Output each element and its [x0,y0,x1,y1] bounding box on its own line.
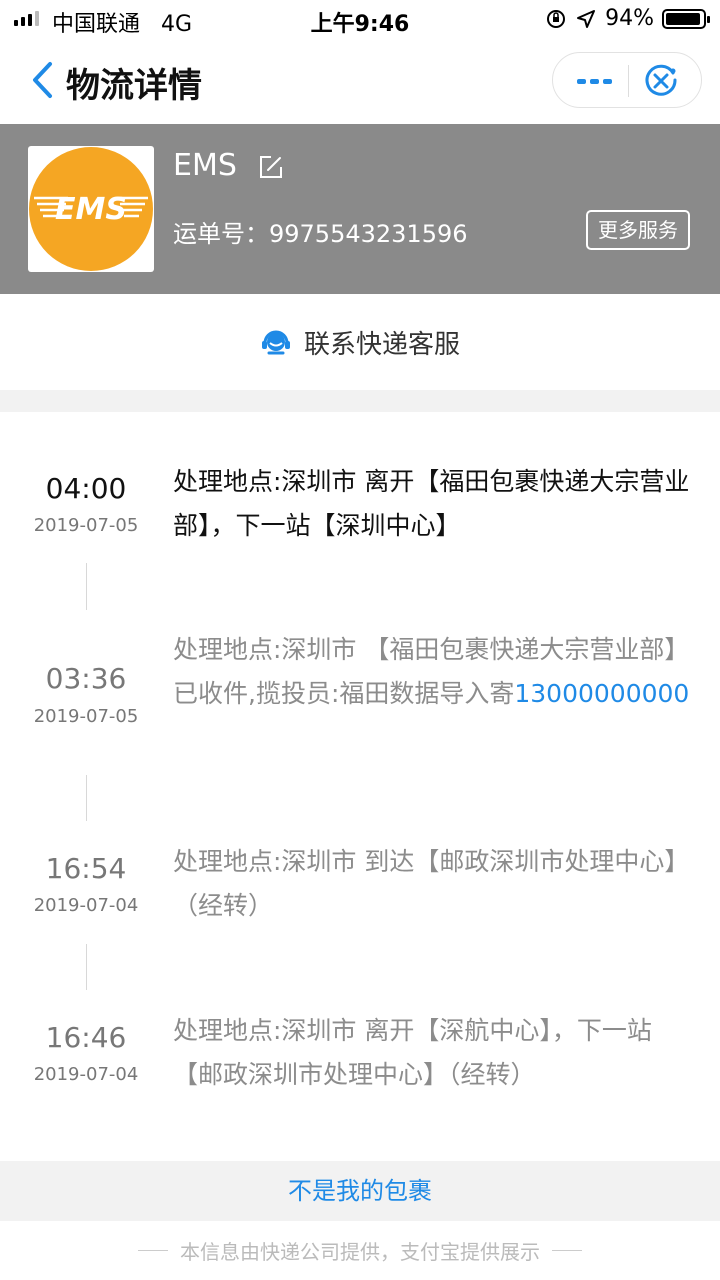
battery-percent: 94% [605,6,654,31]
nav-bar: 物流详情 [0,40,720,124]
more-services-button[interactable]: 更多服务 [586,210,690,250]
close-icon[interactable] [643,63,679,99]
back-icon[interactable] [28,60,58,100]
event-time: 04:00 [45,472,127,505]
event-date: 2019-07-04 [33,1064,139,1085]
orientation-lock-icon [547,9,566,28]
company-name: EMS [173,148,237,183]
not-my-package-button[interactable]: 不是我的包裹 [0,1161,720,1221]
footer-rule-right [552,1250,582,1251]
logo-text: EMS [55,192,127,227]
footer: 本信息由快递公司提供，支付宝提供展示 [0,1221,720,1280]
event-time: 16:54 [45,852,127,885]
courier-phone-link[interactable]: 13000000000 [514,679,689,708]
battery-icon [662,8,710,29]
status-bar: 中国联通 4G 上午9:46 94% [0,0,720,40]
event-description: 处理地点:深圳市 【福田包裹快递大宗营业部】已收件,揽投员:福田数据导入寄130… [173,628,693,716]
timeline-connector [86,775,87,821]
event-description: 处理地点:深圳市 到达【邮政深圳市处理中心】（经转） [173,847,690,920]
footer-rule-left [138,1250,168,1251]
location-icon [577,9,596,28]
event-time: 16:46 [45,1021,127,1054]
status-right: 94% [545,6,710,31]
waybill-label: 运单号： [173,220,269,248]
event-description: 处理地点:深圳市 离开【福田包裹快递大宗营业部】，下一站【深圳中心】 [173,467,690,540]
footer-text: 本信息由快递公司提供，支付宝提供展示 [180,1240,540,1264]
customer-service-icon [261,330,290,354]
contact-courier-button[interactable]: 联系快递客服 [0,294,720,390]
edit-icon[interactable] [258,154,284,180]
section-separator [0,390,720,412]
ems-logo: EMS [28,146,154,272]
ems-logo-icon: EMS [29,147,153,271]
timeline-connector [86,944,87,990]
event-date: 2019-07-04 [33,895,139,916]
event-time: 03:36 [45,662,127,695]
battery-fill [666,12,700,25]
waybill: 运单号：9975543231596 [173,214,468,249]
more-icon[interactable] [575,63,613,99]
page-title: 物流详情 [66,66,202,106]
event-date: 2019-07-05 [33,706,139,727]
event-description: 处理地点:深圳市 离开【深航中心】，下一站【邮政深圳市处理中心】（经转） [173,1016,652,1089]
event-date: 2019-07-05 [33,515,139,536]
capsule-divider [628,65,629,97]
mini-program-capsule [552,52,702,108]
courier-header: EMS EMS 运单号：9975543231596 更多服务 [0,124,720,294]
timeline-connector [86,563,87,610]
waybill-number[interactable]: 9975543231596 [269,220,468,248]
contact-label: 联系快递客服 [303,330,460,360]
